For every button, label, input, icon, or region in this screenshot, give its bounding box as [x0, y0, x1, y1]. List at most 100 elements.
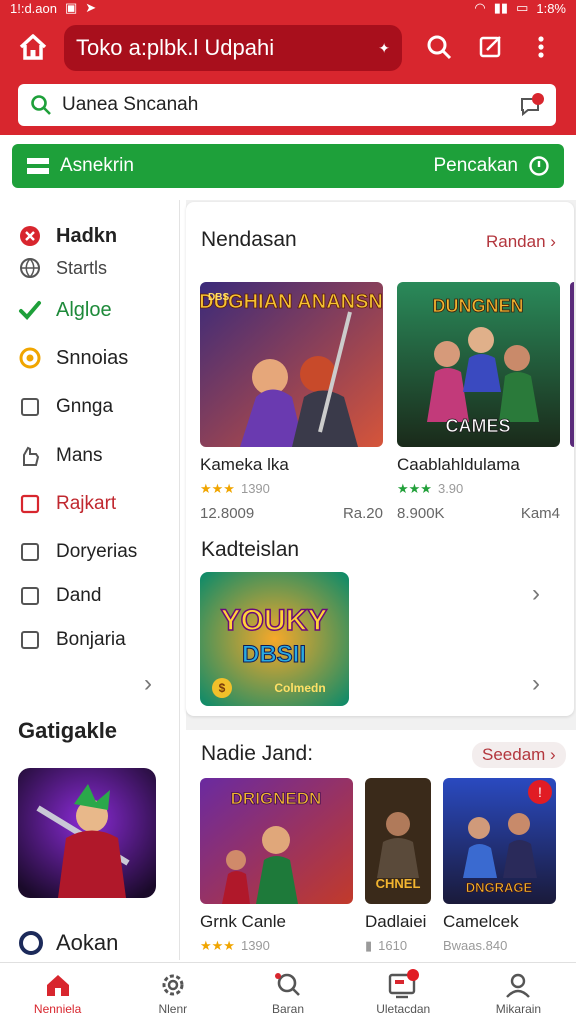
- game-art: CHNEL: [365, 778, 431, 904]
- promo-banner[interactable]: Asnekrin Pencakan: [12, 144, 564, 188]
- sidebar-featured-game[interactable]: [18, 768, 156, 898]
- chevron-right-icon[interactable]: ›: [532, 580, 540, 608]
- game-art: DRIGNEDN: [200, 778, 353, 904]
- sidebar-item-label: Dand: [56, 585, 102, 606]
- content-area: Nendasan Randan › DUGHIAN ANANSN DBS Kam…: [186, 200, 576, 960]
- sidebar-item-label: Doryerias: [56, 541, 138, 562]
- featured-banner[interactable]: YOUKY DBSII Colmedn $: [200, 572, 349, 706]
- game-name: Dadlaiei: [365, 912, 427, 931]
- square-icon: [18, 628, 42, 652]
- game-card[interactable]: DUNGNEN CAMES Caablahldulama ★★★ 3.90 8.…: [397, 282, 560, 522]
- game-art-title: DRIGNEDN: [231, 789, 322, 808]
- game-meta: 12.8009 Ra.20: [200, 505, 383, 522]
- square-icon: [18, 540, 42, 564]
- sidebar-item-label: Startls: [56, 257, 108, 278]
- sidebar-bottom-label: Aokan: [56, 930, 119, 955]
- hand-icon: [18, 444, 42, 468]
- battery-level: 1:8%: [536, 0, 566, 16]
- next-game-peek[interactable]: [570, 282, 574, 447]
- search-button[interactable]: [420, 28, 458, 66]
- section-title: Nadie Jand:: [201, 742, 314, 765]
- game-card[interactable]: DRIGNEDN Grnk Canle ★★★ 1390: [200, 778, 353, 954]
- search-icon: [275, 973, 300, 996]
- nav-label: Mikarain: [495, 1002, 542, 1016]
- sidebar-item-label: Rajkart: [56, 493, 117, 514]
- game-art: DUNGNEN CAMES: [397, 282, 560, 447]
- star-rating-icon: ★★★: [200, 938, 235, 953]
- home-button[interactable]: [14, 28, 52, 66]
- search-query: Uanea Sncanah: [62, 94, 199, 115]
- game-art: DUGHIAN ANANSN DBS: [200, 282, 383, 447]
- signal-icon: ▮▮: [493, 0, 509, 15]
- chevron-right-icon[interactable]: ›: [532, 670, 540, 698]
- nav-label: Uletacdan: [376, 1002, 431, 1016]
- banner-left-label: Asnekrin: [60, 155, 134, 176]
- square-icon: [18, 492, 42, 516]
- game-art-title: CHNEL: [376, 876, 421, 891]
- game-card[interactable]: DUGHIAN ANANSN DBS Kameka lka ★★★ 1390 1…: [200, 282, 383, 522]
- sidebar-item-hadkn[interactable]: Hadkn: [18, 224, 117, 248]
- nav-home[interactable]: Nenniela: [0, 963, 115, 1024]
- nav-settings[interactable]: Nlenr: [115, 963, 230, 1024]
- game-rating: ★★★ 1390: [200, 938, 353, 954]
- sidebar-item-label: Bonjaria: [56, 629, 126, 650]
- bottom-navigation: Nenniela Nlenr Baran Uletacdan Mikarain: [0, 962, 576, 1024]
- featured-banner-art: YOUKY DBSII Colmedn $: [200, 572, 349, 706]
- featured-banner-subtitle: DBSII: [242, 641, 306, 668]
- recommended-card: Nendasan Randan › DUGHIAN ANANSN DBS Kam…: [186, 202, 574, 716]
- game-card[interactable]: DNGRAGE Camelcek Bwaas.840: [443, 778, 556, 953]
- store-title: Toko a:plbk.l Udpahi: [76, 35, 275, 60]
- section-title: Kadteislan: [201, 538, 300, 561]
- sidebar-item-dand[interactable]: Dand: [18, 584, 101, 608]
- more-menu-button[interactable]: [522, 28, 560, 66]
- game-art-tag: DBS: [208, 292, 229, 303]
- category-sidebar: Hadkn Startls Algloe Snnoias Gnnga Mans: [0, 200, 180, 960]
- sidebar-more-chevron-icon[interactable]: ›: [144, 670, 152, 698]
- home-icon: [46, 975, 69, 996]
- nav-label: Nlenr: [158, 1002, 188, 1016]
- battery-icon: ▭: [516, 0, 529, 15]
- game-meta: 8.900K Kam4: [397, 505, 560, 522]
- star-rating-icon: ★★★: [397, 481, 432, 496]
- sidebar-item-gnnga[interactable]: Gnnga: [18, 395, 113, 419]
- nav-search[interactable]: Baran: [230, 963, 345, 1024]
- sidebar-item-mans[interactable]: Mans: [18, 444, 102, 468]
- sidebar-item-algloe[interactable]: Algloe: [18, 298, 112, 322]
- see-more-link[interactable]: Seedam ›: [472, 742, 566, 768]
- section-title: Nendasan: [201, 228, 297, 251]
- sidebar-bottom-item[interactable]: Aokan: [18, 930, 118, 956]
- coin-icon: $: [219, 681, 226, 695]
- search-field-icon: [31, 95, 51, 115]
- rating-count: 3.90: [437, 481, 464, 496]
- top-app-bar: 1!:d.aon ▣ ➤ ◠ ▮▮ ▭ 1:8% Toko a:plbk.l U…: [0, 0, 576, 135]
- status-time: 1!:d.aon: [10, 0, 57, 16]
- edit-button[interactable]: [472, 28, 510, 66]
- game-downloads: 8.900K: [397, 505, 445, 522]
- bar-icon: ▮: [365, 938, 373, 953]
- nav-profile[interactable]: Mikarain: [461, 963, 576, 1024]
- game-card[interactable]: CHNEL Dadlaiei ▮ 1610: [365, 778, 431, 954]
- ring-icon: [19, 931, 43, 955]
- sidebar-item-doryerias[interactable]: Doryerias: [18, 540, 137, 564]
- see-more-link[interactable]: Randan ›: [486, 232, 556, 252]
- game-rating: ▮ 1610: [365, 938, 431, 954]
- game-art-title: DNGRAGE: [466, 880, 533, 895]
- game-downloads: 12.8009: [200, 505, 255, 522]
- rating-count: Bwaas.840: [443, 938, 508, 953]
- nav-label: Nenniela: [33, 1002, 82, 1016]
- search-icon: [427, 35, 452, 60]
- sidebar-item-snnoias[interactable]: Snnoias: [18, 346, 128, 370]
- nav-updates[interactable]: Uletacdan: [346, 963, 461, 1024]
- notification-button[interactable]: [516, 91, 544, 119]
- notification-dot: [532, 93, 544, 105]
- sidebar-item-startls[interactable]: Startls: [18, 256, 107, 280]
- store-title-pill[interactable]: Toko a:plbk.l Udpahi ✦: [64, 25, 402, 71]
- sidebar-item-label: Snnoias: [56, 346, 129, 369]
- sidebar-item-rajkart[interactable]: Rajkart: [18, 492, 116, 516]
- new-games-section: Nadie Jand: Seedam › DRIGNEDN Grnk Canle…: [186, 730, 576, 960]
- search-field[interactable]: Uanea Sncanah: [18, 84, 556, 126]
- sidebar-item-bonjaria[interactable]: Bonjaria: [18, 628, 126, 652]
- star-rating-icon: ★★★: [200, 481, 235, 496]
- game-name: Kameka lka: [200, 455, 289, 474]
- game-name: Camelcek: [443, 912, 519, 931]
